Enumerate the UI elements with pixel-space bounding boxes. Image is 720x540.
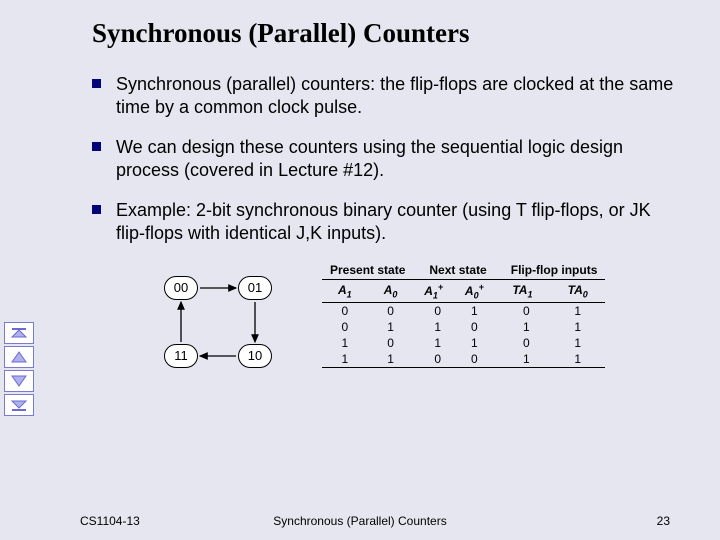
col-ta0: TA0 [550, 280, 605, 303]
slide-footer: CS1104-13 Synchronous (Parallel) Counter… [0, 514, 720, 528]
table-col-header: A1 A0 A1+ A0+ TA1 TA0 [322, 280, 605, 303]
col-ta1: TA1 [495, 280, 550, 303]
bullet-item: Example: 2-bit synchronous binary counte… [92, 199, 680, 244]
state-node-01: 01 [238, 276, 272, 300]
nav-next-button[interactable] [4, 370, 34, 392]
nav-first-button[interactable] [4, 322, 34, 344]
slide-title: Synchronous (Parallel) Counters [92, 18, 680, 49]
table-row: 1 0 1 1 0 1 [322, 335, 605, 351]
bullet-item: We can design these counters using the s… [92, 136, 680, 181]
group-header-present: Present state [322, 262, 413, 280]
group-header-next: Next state [413, 262, 494, 280]
table-row: 1 1 0 0 1 1 [322, 351, 605, 368]
state-node-00: 00 [164, 276, 198, 300]
state-node-10: 10 [238, 344, 272, 368]
col-a1plus: A1+ [413, 280, 454, 303]
col-a0plus: A0+ [454, 280, 495, 303]
slide-content: Synchronous (Parallel) Counters Synchron… [0, 0, 720, 398]
table-row: 0 1 1 0 1 1 [322, 319, 605, 335]
nav-last-button[interactable] [4, 394, 34, 416]
table-row: 0 0 0 1 0 1 [322, 303, 605, 320]
nav-button-group [4, 322, 34, 416]
col-a1: A1 [322, 280, 368, 303]
diagram-row: 00 01 10 11 Present state Next state Fli… [92, 262, 680, 398]
bullet-list: Synchronous (parallel) counters: the fli… [92, 73, 680, 244]
bullet-item: Synchronous (parallel) counters: the fli… [92, 73, 680, 118]
col-a0: A0 [368, 280, 414, 303]
state-node-11: 11 [164, 344, 198, 368]
state-diagram: 00 01 10 11 [154, 268, 284, 398]
table-group-header: Present state Next state Flip-flop input… [322, 262, 605, 280]
nav-prev-button[interactable] [4, 346, 34, 368]
footer-center: Synchronous (Parallel) Counters [0, 514, 720, 528]
truth-table: Present state Next state Flip-flop input… [322, 262, 605, 368]
table-body: 0 0 0 1 0 1 0 1 1 0 1 1 1 0 [322, 303, 605, 368]
group-header-inputs: Flip-flop inputs [495, 262, 606, 280]
